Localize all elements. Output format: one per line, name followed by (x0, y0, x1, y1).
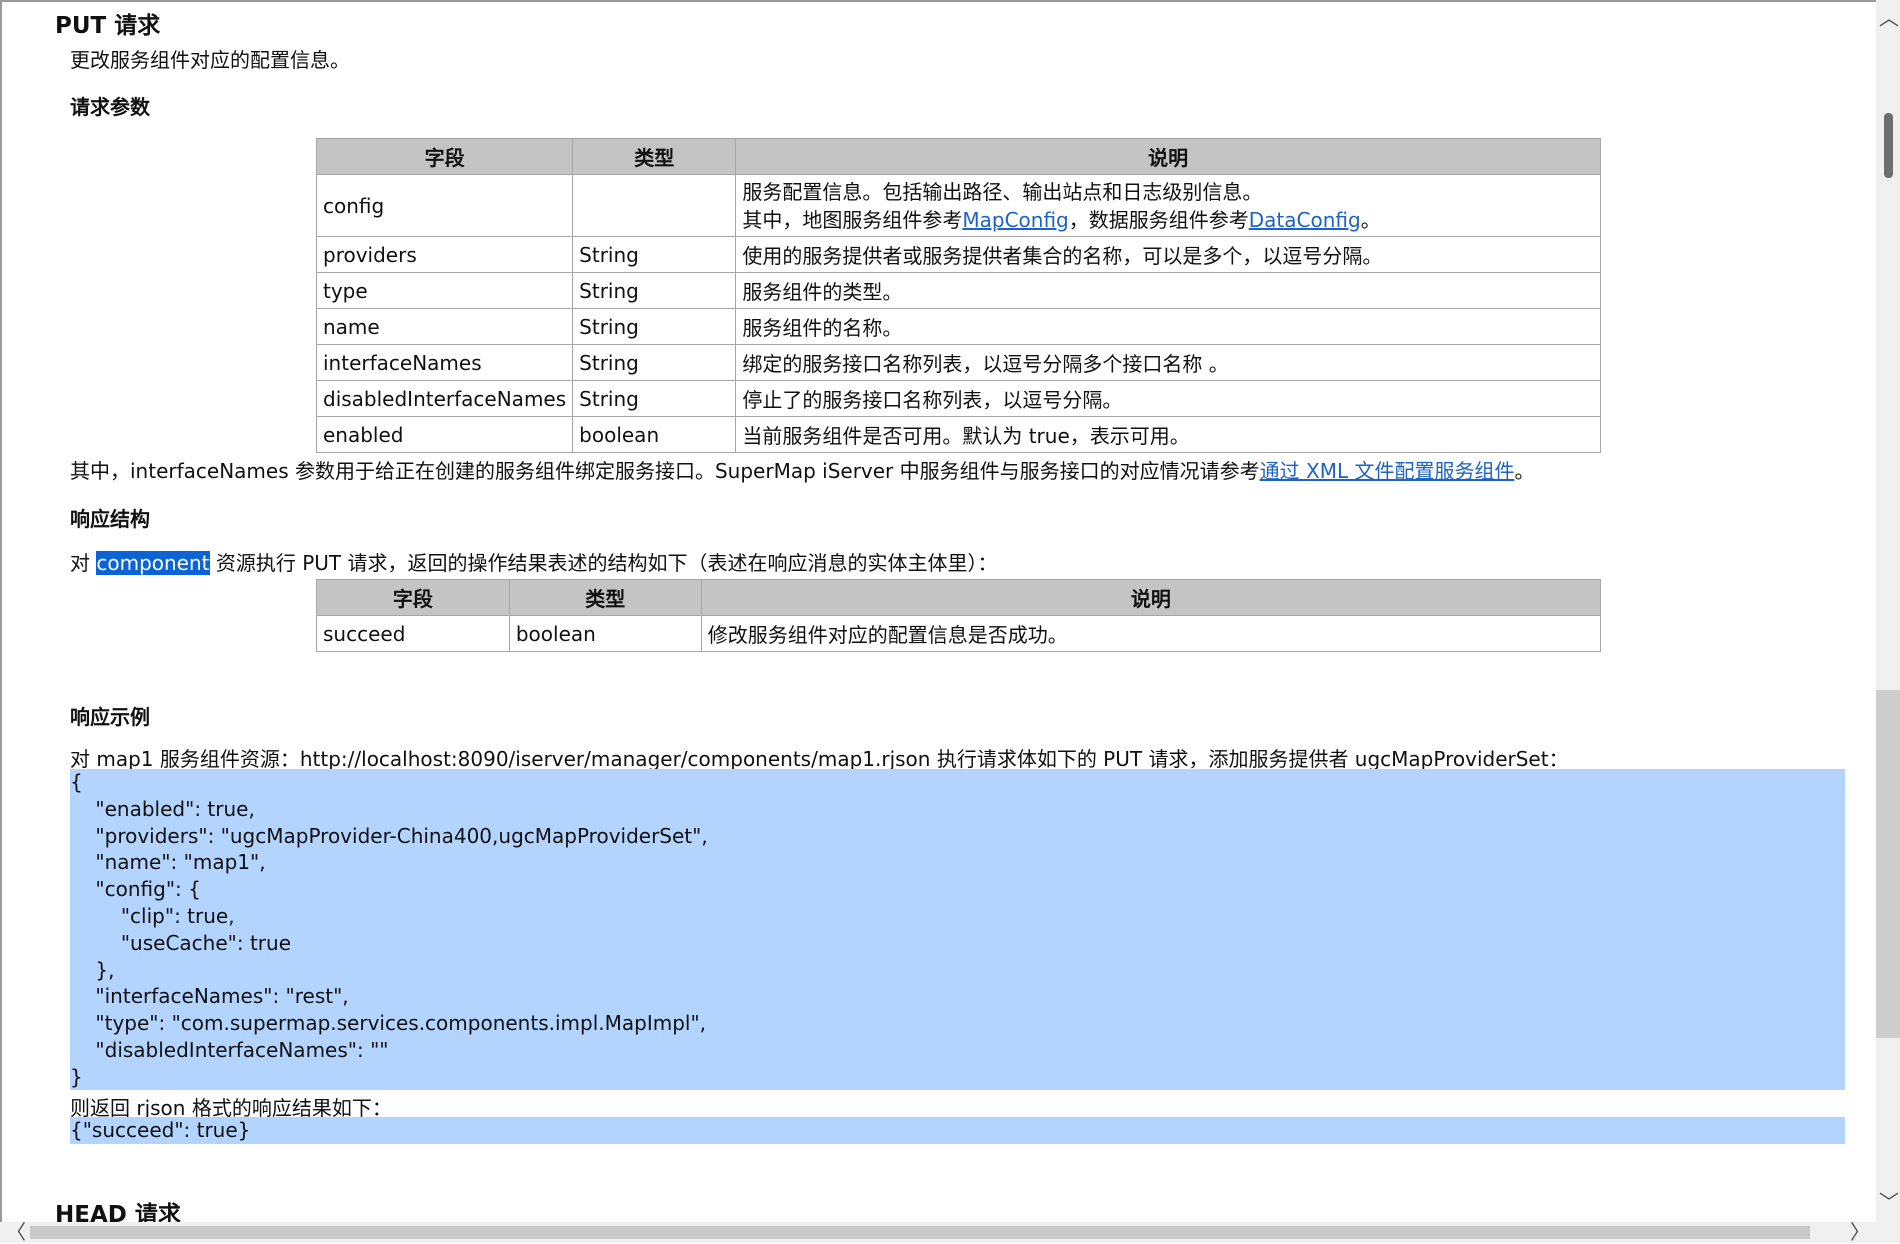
scroll-right-arrow-icon[interactable]: 〉 (1850, 1222, 1870, 1242)
code-line: } (70, 1064, 83, 1089)
table-header-row: 字段 类型 说明 (315, 138, 1601, 175)
cell-field: config (315, 174, 574, 237)
code-line: {"succeed": true} (70, 1118, 251, 1142)
note-text: 。 (1514, 459, 1535, 483)
selected-text-component[interactable]: component (96, 551, 210, 575)
code-line: { (70, 770, 83, 794)
example-intro: 对 map1 服务组件资源：http://localhost:8090/iser… (70, 747, 1569, 771)
horizontal-scrollbar-thumb[interactable] (30, 1226, 1810, 1239)
cell-desc: 服务组件的类型。 (735, 272, 1601, 309)
interface-names-note: 其中，interfaceNames 参数用于给正在创建的服务组件绑定服务接口。S… (70, 455, 1534, 484)
request-params-heading: 请求参数 (70, 95, 150, 119)
table-row: name String 服务组件的名称。 (315, 308, 1601, 345)
request-params-table: 字段 类型 说明 config 服务配置信息。包括输出路径、输出站点和日志级别信… (315, 138, 1601, 453)
config-desc-line2: 其中，地图服务组件参考MapConfig，数据服务组件参考DataConfig。 (742, 206, 1594, 234)
cell-field: providers (315, 236, 574, 273)
table-row: interfaceNames String 绑定的服务接口名称列表，以逗号分隔多… (315, 344, 1601, 381)
cell-field: type (315, 272, 574, 309)
note-text: 其中，interfaceNames 参数用于给正在创建的服务组件绑定服务接口。S… (70, 459, 1260, 483)
response-intro-text: 对 (70, 551, 97, 575)
cell-desc: 绑定的服务接口名称列表，以逗号分隔多个接口名称 。 (735, 344, 1601, 381)
cell-type: String (572, 380, 737, 417)
code-line: "providers": "ugcMapProvider-China400,ug… (70, 823, 708, 848)
code-line: "name": "map1", (70, 850, 266, 875)
result-body-code[interactable]: {"succeed": true} (70, 1117, 1845, 1144)
request-body-code[interactable]: { "enabled": true, "providers": "ugcMapP… (70, 769, 1845, 1090)
cell-type: String (572, 344, 737, 381)
config-desc-text: ，数据服务组件参考 (1068, 207, 1249, 232)
cell-desc: 停止了的服务接口名称列表，以逗号分隔。 (735, 380, 1601, 417)
cell-type: String (572, 272, 737, 309)
response-intro-text: 资源执行 PUT 请求，返回的操作结果表述的结构如下（表述在响应消息的实体主体里… (209, 551, 998, 575)
cell-desc: 使用的服务提供者或服务提供者集合的名称，可以是多个，以逗号分隔。 (735, 236, 1601, 273)
code-line: "clip": true, (70, 903, 235, 928)
cell-desc: 服务配置信息。包括输出路径、输出站点和日志级别信息。 其中，地图服务组件参考Ma… (735, 174, 1601, 237)
cell-desc: 服务组件的名称。 (735, 308, 1601, 345)
response-structure-heading: 响应结构 (70, 507, 150, 531)
config-desc-text: 。 (1360, 207, 1381, 232)
code-line: "type": "com.supermap.services.component… (70, 1011, 707, 1036)
cell-field: succeed (316, 615, 510, 652)
code-line: "interfaceNames": "rest", (70, 984, 349, 1009)
response-structure-table: 字段 类型 说明 succeed boolean 修改服务组件对应的配置信息是否… (316, 579, 1602, 652)
code-line: "config": { (70, 877, 201, 902)
header-field: 字段 (315, 138, 574, 175)
cell-type: boolean (572, 416, 737, 453)
cell-type: boolean (508, 615, 702, 652)
code-line: "useCache": true (70, 930, 291, 955)
window-left-border (0, 0, 2, 1243)
scroll-down-arrow-icon[interactable]: ﹀ (1879, 1192, 1899, 1212)
config-desc-text: 其中，地图服务组件参考 (742, 207, 963, 232)
cell-field: name (315, 308, 574, 345)
header-type: 类型 (508, 579, 702, 616)
vertical-scrollbar-track-highlight (1876, 690, 1900, 1038)
scroll-up-arrow-icon[interactable]: ︿ (1879, 8, 1899, 28)
response-example-heading: 响应示例 (70, 705, 150, 729)
put-request-heading: PUT 请求 (55, 13, 161, 39)
table-row: providers String 使用的服务提供者或服务提供者集合的名称，可以是… (315, 236, 1601, 273)
scroll-left-arrow-icon[interactable]: 〈 (6, 1222, 26, 1242)
header-type: 类型 (572, 138, 737, 175)
table-row: config 服务配置信息。包括输出路径、输出站点和日志级别信息。 其中，地图服… (315, 174, 1601, 237)
mapconfig-link[interactable]: MapConfig (962, 208, 1068, 232)
cell-field: interfaceNames (315, 344, 574, 381)
window-top-border (0, 0, 1900, 2)
xml-config-link[interactable]: 通过 XML 文件配置服务组件 (1260, 459, 1515, 483)
table-row: disabledInterfaceNames String 停止了的服务接口名称… (315, 380, 1601, 417)
table-row: type String 服务组件的类型。 (315, 272, 1601, 309)
code-line: "disabledInterfaceNames": "" (70, 1037, 389, 1062)
cell-desc: 修改服务组件对应的配置信息是否成功。 (700, 615, 1602, 652)
cell-type: String (572, 308, 737, 345)
cell-field: enabled (315, 416, 574, 453)
table-row: succeed boolean 修改服务组件对应的配置信息是否成功。 (316, 615, 1602, 652)
cell-type: String (572, 236, 737, 273)
response-intro: 对 component 资源执行 PUT 请求，返回的操作结果表述的结构如下（表… (70, 547, 998, 576)
config-desc-line1: 服务配置信息。包括输出路径、输出站点和日志级别信息。 (742, 179, 1263, 204)
table-header-row: 字段 类型 说明 (316, 579, 1602, 616)
code-line: }, (70, 957, 115, 982)
put-description: 更改服务组件对应的配置信息。 (70, 48, 350, 72)
cell-type (572, 174, 737, 237)
header-field: 字段 (316, 579, 510, 616)
vertical-scrollbar-thumb[interactable] (1884, 113, 1893, 178)
cell-desc: 当前服务组件是否可用。默认为 true，表示可用。 (735, 416, 1601, 453)
header-desc: 说明 (735, 138, 1601, 175)
vertical-scrollbar[interactable] (1876, 0, 1900, 1222)
code-line: "enabled": true, (70, 796, 255, 821)
table-row: enabled boolean 当前服务组件是否可用。默认为 true，表示可用… (315, 416, 1601, 453)
header-desc: 说明 (700, 579, 1602, 616)
cell-field: disabledInterfaceNames (315, 380, 574, 417)
dataconfig-link[interactable]: DataConfig (1249, 208, 1361, 232)
